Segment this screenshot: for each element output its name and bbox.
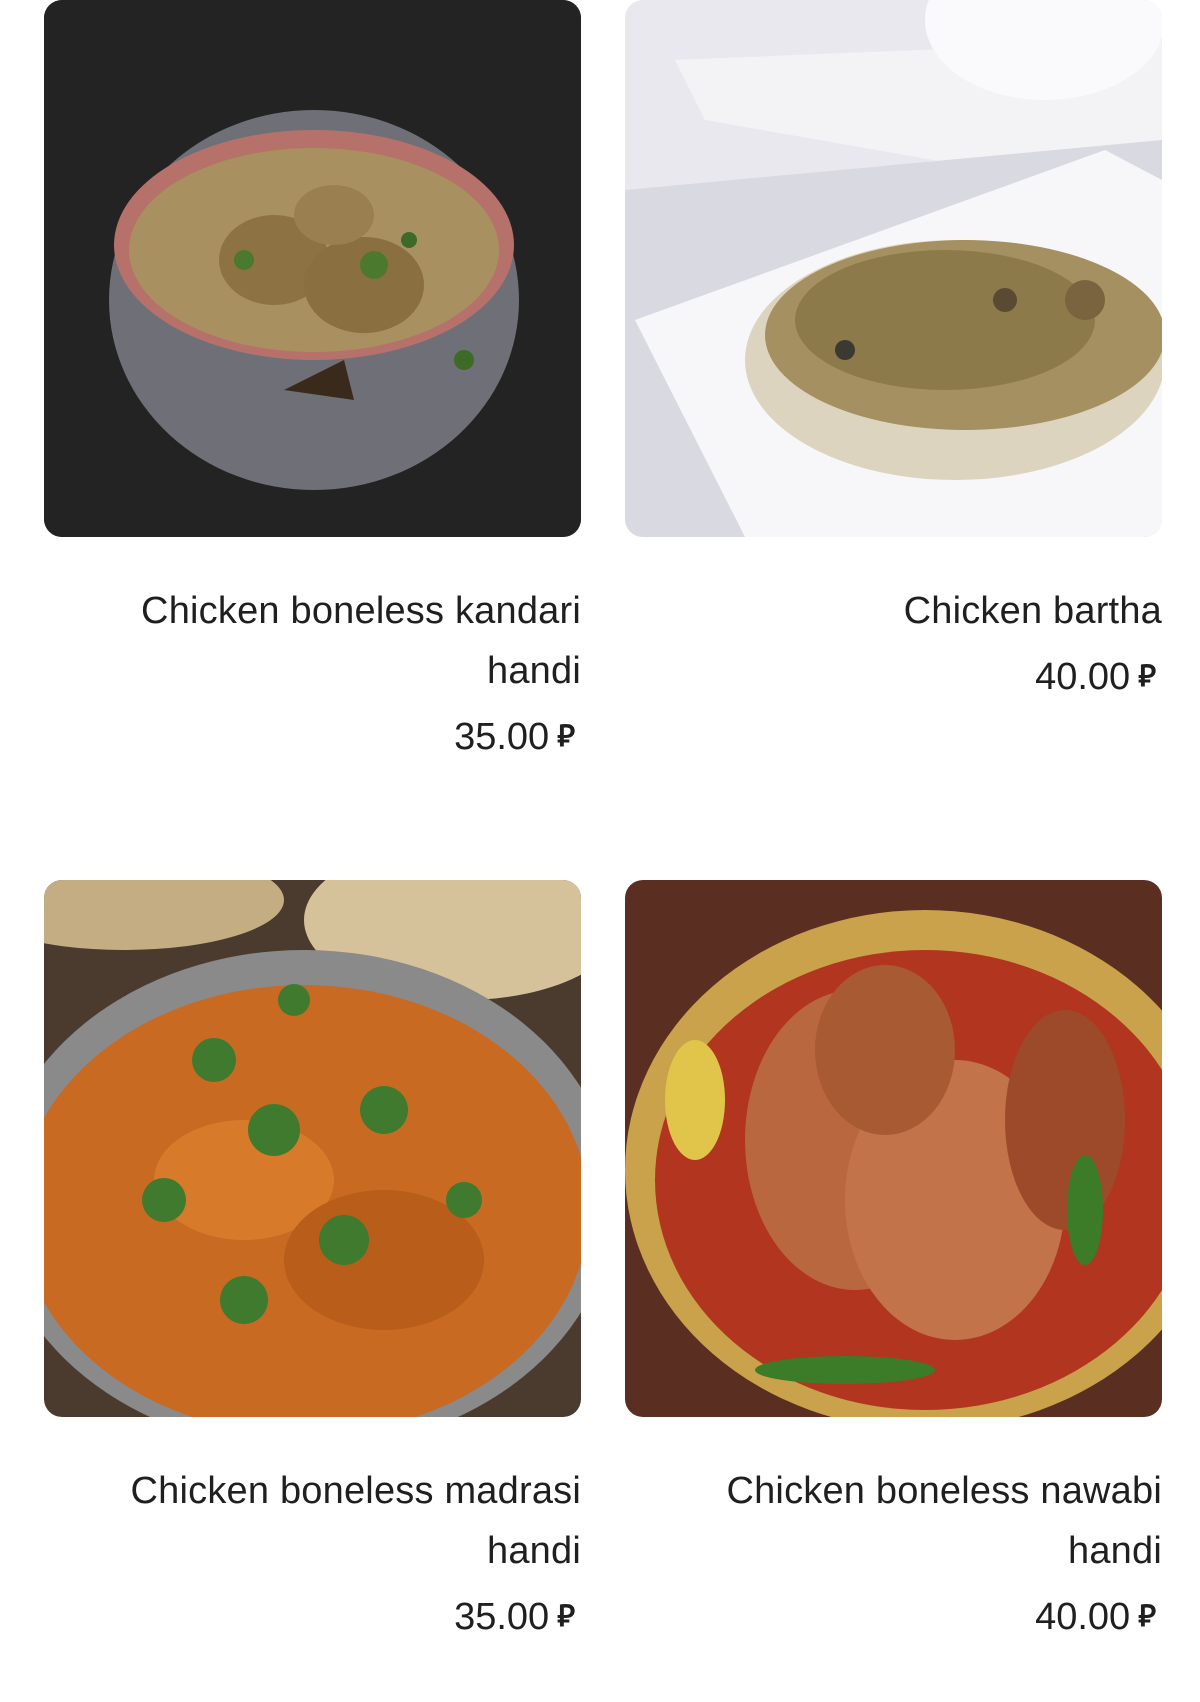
bartha-photo[interactable]: [625, 0, 1162, 537]
menu-item-info: Chicken boneless madrasi handi 35.00 ⃁: [44, 1417, 581, 1639]
kandari-handi-photo[interactable]: [44, 0, 581, 537]
menu-item-card[interactable]: Chicken boneless madrasi handi 35.00 ⃁: [44, 880, 581, 1639]
riyal-icon: ⃁: [557, 720, 575, 753]
menu-item-info: Chicken boneless kandari handi 35.00 ⃁: [44, 537, 581, 759]
nawabi-handi-photo[interactable]: [625, 880, 1162, 1417]
menu-item-card[interactable]: Chicken boneless nawabi handi 40.00 ⃁: [625, 880, 1162, 1639]
price-value: 35.00: [454, 716, 550, 758]
menu-item-name: Chicken boneless kandari handi: [141, 590, 581, 692]
menu-item-price: 35.00 ⃁: [44, 715, 581, 759]
madrasi-handi-photo[interactable]: [44, 880, 581, 1417]
price-value: 35.00: [454, 1596, 550, 1638]
menu-item-card[interactable]: Chicken bartha 40.00 ⃁: [625, 0, 1162, 699]
menu-item-price: 35.00 ⃁: [44, 1595, 581, 1639]
price-value: 40.00: [1035, 1596, 1131, 1638]
menu-grid: Chicken boneless kandari handi 35.00 ⃁: [0, 0, 1200, 1702]
menu-item-name: Chicken boneless nawabi handi: [726, 1470, 1162, 1572]
riyal-icon: ⃁: [557, 1600, 575, 1633]
menu-item-info: Chicken bartha 40.00 ⃁: [625, 537, 1162, 699]
menu-item-price: 40.00 ⃁: [625, 1595, 1162, 1639]
menu-item-card[interactable]: Chicken boneless kandari handi 35.00 ⃁: [44, 0, 581, 759]
menu-item-price: 40.00 ⃁: [625, 655, 1162, 699]
menu-item-info: Chicken boneless nawabi handi 40.00 ⃁: [625, 1417, 1162, 1639]
price-value: 40.00: [1035, 656, 1131, 698]
riyal-icon: ⃁: [1138, 1600, 1156, 1633]
riyal-icon: ⃁: [1138, 660, 1156, 693]
menu-item-name: Chicken boneless madrasi handi: [130, 1470, 581, 1572]
menu-item-name: Chicken bartha: [903, 590, 1162, 632]
